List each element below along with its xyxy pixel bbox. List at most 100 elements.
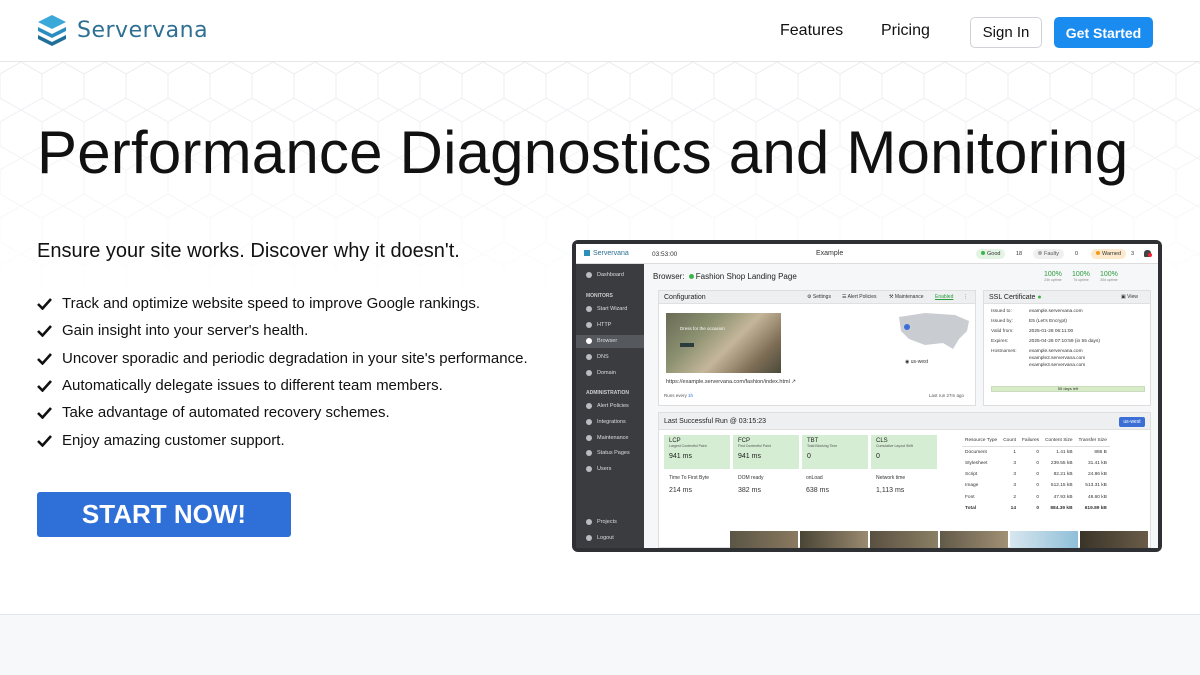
- settings-link[interactable]: ⚙ Settings: [807, 291, 831, 304]
- wrench-icon: [586, 435, 592, 441]
- ssl-expires: Expires: 2025-04-28 07:10:59 (in 55 days): [991, 339, 1100, 344]
- maintenance-link[interactable]: ⚒ Maintenance: [889, 291, 924, 304]
- sidebar-item-status-pages[interactable]: Status Pages: [586, 450, 630, 456]
- sidebar-item-browser[interactable]: Browser: [586, 338, 617, 344]
- ssl-view-button[interactable]: ▣ View: [1121, 291, 1138, 304]
- last-run-panel: Last Successful Run @ 03:15:23 us-west L…: [658, 412, 1151, 548]
- sidebar-item-integrations[interactable]: Integrations: [586, 419, 626, 425]
- monitored-url[interactable]: https://example.servervana.com/fashion/i…: [666, 379, 796, 385]
- app-project-title: Example: [816, 250, 844, 257]
- column-header: Transfer Size: [1075, 435, 1110, 447]
- sign-in-button[interactable]: Sign In: [970, 17, 1042, 48]
- filmstrip-frame[interactable]: [730, 531, 798, 548]
- ssl-validity-bar: 55 days left: [991, 386, 1145, 392]
- check-icon: [37, 298, 52, 311]
- brand-name: Servervana: [77, 17, 209, 43]
- next-section-band: [0, 614, 1200, 675]
- gauge-icon: [586, 272, 592, 278]
- logout-icon: [586, 535, 592, 541]
- metric-fcp: FCP First Contentful Paint 941 ms: [733, 435, 799, 469]
- nav-features-link[interactable]: Features: [780, 22, 843, 40]
- top-navbar: Servervana Features Pricing Sign In Get …: [0, 0, 1200, 62]
- uptime-7d: 100% 7d uptime: [1072, 271, 1090, 282]
- feature-item: Track and optimize website speed to impr…: [37, 290, 528, 317]
- check-icon: [37, 380, 52, 393]
- page-screenshot-thumbnail[interactable]: Dress for the occasion: [666, 313, 781, 373]
- sidebar-heading-administration: ADMINISTRATION: [586, 390, 629, 396]
- feature-list: Track and optimize website speed to impr…: [37, 290, 528, 454]
- hero-subtitle: Ensure your site works. Discover why it …: [37, 240, 460, 262]
- panel-header: SSL Certificate ● ▣ View: [984, 291, 1150, 304]
- feature-text: Take advantage of automated recovery sch…: [62, 404, 390, 422]
- status-dot-icon: [688, 274, 694, 279]
- table-row: Script 3 0 82.21 kB 24.86 kB: [965, 472, 1107, 478]
- hero-title: Performance Diagnostics and Monitoring: [37, 119, 1129, 186]
- sidebar-item-alert-policies[interactable]: Alert Policies: [586, 403, 629, 409]
- check-icon: [37, 407, 52, 420]
- sidebar-item-dashboard[interactable]: Dashboard: [586, 272, 624, 278]
- get-started-button[interactable]: Get Started: [1054, 17, 1153, 48]
- configuration-panel: Configuration ⚙ Settings ☰ Alert Policie…: [658, 290, 976, 406]
- status-warned-count: 3: [1131, 251, 1135, 257]
- app-topbar: Servervana 03:53:00 Example Good 18 Faul…: [576, 244, 1158, 264]
- table-row: Font 2 0 47.93 kB 48.60 kB: [965, 494, 1107, 500]
- ssl-issued-by: Issued by: E5 (Let's Encrypt): [991, 319, 1067, 324]
- ssl-hostname-3: example3.servervana.com: [1029, 363, 1086, 368]
- column-header: Failures: [1019, 435, 1043, 447]
- app-content: Browser: Fashion Shop Landing Page 100% 2…: [644, 264, 1158, 548]
- filmstrip-frame[interactable]: [800, 531, 868, 548]
- nav-pricing-link[interactable]: Pricing: [881, 22, 930, 40]
- external-link-icon: ↗: [791, 379, 796, 385]
- sidebar-item-projects[interactable]: Projects: [586, 519, 617, 525]
- sidebar-item-http[interactable]: HTTP: [586, 322, 611, 328]
- column-header: Resource Type: [962, 435, 1001, 447]
- wizard-icon: [586, 306, 592, 312]
- projects-icon: [586, 519, 592, 525]
- integrations-icon: [586, 419, 592, 425]
- brand-logo-link[interactable]: Servervana: [37, 14, 208, 46]
- sidebar-item-maintenance[interactable]: Maintenance: [586, 435, 629, 441]
- maintenance-enabled-toggle[interactable]: Enabled: [935, 291, 953, 304]
- thumbnail-button: [680, 343, 694, 347]
- resource-table: Resource Type Count Failures Content Siz…: [962, 435, 1110, 514]
- timing-dom-ready: DOM ready 382 ms: [738, 475, 764, 494]
- feature-item: Enjoy amazing customer support.: [37, 426, 528, 453]
- alert-icon: [586, 403, 592, 409]
- sidebar-item-logout[interactable]: Logout: [586, 535, 614, 541]
- thumbnail-heading: Dress for the occasion: [680, 326, 725, 331]
- filmstrip-frame[interactable]: [1080, 531, 1148, 548]
- ssl-validity-fill: 55 days left: [992, 387, 1144, 391]
- table-total-row: Total 14 0 884.39 kB 619.89 kB: [965, 505, 1107, 511]
- start-now-button[interactable]: START NOW!: [37, 492, 291, 537]
- panel-header: Last Successful Run @ 03:15:23 us-west: [659, 413, 1150, 430]
- app-screenshot-frame: Servervana 03:53:00 Example Good 18 Faul…: [572, 240, 1162, 552]
- stacked-layers-logo-icon: [38, 15, 66, 46]
- uptime-30d: 100% 30d uptime: [1100, 271, 1118, 282]
- users-icon: [586, 466, 592, 472]
- alert-policies-link[interactable]: ☰ Alert Policies: [842, 291, 877, 304]
- status-faulty-count: 0: [1075, 251, 1079, 257]
- sidebar-item-start-wizard[interactable]: Start Wizard: [586, 306, 627, 312]
- column-header: Count: [1000, 435, 1019, 447]
- table-row: Document 1 0 1.41 kB 886 B: [965, 449, 1107, 455]
- run-frequency: Runs every 1h: [664, 393, 694, 398]
- app-screenshot: Servervana 03:53:00 Example Good 18 Faul…: [576, 244, 1158, 548]
- table-row: Stylesheet 3 0 239.55 kB 31.41 kB: [965, 460, 1107, 466]
- filmstrip-frame[interactable]: [870, 531, 938, 548]
- filmstrip-frame[interactable]: [1010, 531, 1078, 548]
- monitor-breadcrumb: Browser: Fashion Shop Landing Page: [653, 272, 797, 281]
- feature-text: Enjoy amazing customer support.: [62, 431, 285, 449]
- ssl-hostnames: Hostnames: example.servervana.com: [991, 349, 1083, 354]
- dns-icon: [586, 354, 592, 360]
- sidebar-item-dns[interactable]: DNS: [586, 354, 609, 360]
- sidebar-item-domain[interactable]: Domain: [586, 370, 616, 376]
- domain-icon: [586, 370, 592, 376]
- more-menu-icon[interactable]: ⋮: [963, 291, 968, 304]
- ssl-certificate-panel: SSL Certificate ● ▣ View Issued to: examp…: [983, 290, 1151, 406]
- region-badge[interactable]: us-west: [1119, 417, 1145, 427]
- app-clock: 03:53:00: [652, 251, 678, 258]
- timing-ttfb: Time To First Byte 214 ms: [669, 475, 710, 494]
- sidebar-item-users[interactable]: Users: [586, 466, 611, 472]
- filmstrip-frame[interactable]: [940, 531, 1008, 548]
- ssl-valid-from: Valid from: 2025-01-28 06:11:00: [991, 329, 1074, 334]
